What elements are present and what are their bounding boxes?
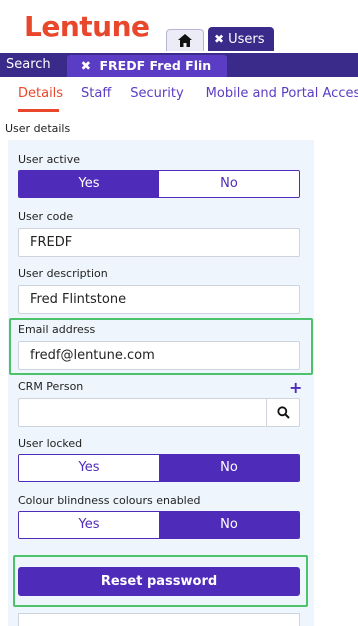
user-locked-no[interactable]: No <box>159 455 299 481</box>
detail-nav: Details Staff Security Mobile and Portal… <box>0 80 358 112</box>
user-active-yes[interactable]: Yes <box>19 171 159 197</box>
tab-staff[interactable]: Staff <box>81 80 111 112</box>
user-code-field[interactable]: FREDF <box>18 228 300 257</box>
user-active-no[interactable]: No <box>159 171 299 197</box>
colour-blindness-toggle: Yes No <box>18 511 300 539</box>
close-icon[interactable]: ✖ <box>214 32 224 46</box>
search-icon <box>276 406 290 419</box>
tab-security[interactable]: Security <box>130 80 183 112</box>
reset-password-button[interactable]: Reset password <box>18 567 300 596</box>
top-tabs: ✖ Users <box>166 27 275 51</box>
user-locked-yes[interactable]: Yes <box>19 455 159 481</box>
tab-record-fredf[interactable]: ✖ FREDF Fred Flin <box>66 55 228 77</box>
crm-person-label: CRM Person <box>18 380 84 393</box>
tab-details[interactable]: Details <box>18 80 63 112</box>
crm-person-field[interactable] <box>18 398 300 427</box>
section-title: User details <box>5 122 71 135</box>
user-active-label: User active <box>18 153 81 166</box>
home-icon <box>178 34 192 47</box>
colour-blindness-label: Colour blindness colours enabled <box>18 494 201 507</box>
tab-home[interactable] <box>166 29 204 51</box>
email-field[interactable]: fredf@lentune.com <box>18 341 300 370</box>
tab-search[interactable]: Search <box>0 53 57 77</box>
crm-search-button[interactable] <box>266 399 299 426</box>
user-active-toggle: Yes No <box>18 170 300 198</box>
user-locked-toggle: Yes No <box>18 454 300 482</box>
tab-users[interactable]: ✖ Users <box>208 27 275 51</box>
colour-blindness-yes[interactable]: Yes <box>19 512 159 538</box>
tab-record-label: FREDF Fred Flin <box>99 58 212 73</box>
user-code-label: User code <box>18 210 74 223</box>
close-icon[interactable]: ✖ <box>81 58 91 73</box>
tab-users-label: Users <box>228 31 265 47</box>
email-label: Email address <box>18 323 96 336</box>
user-locked-label: User locked <box>18 437 83 450</box>
colour-blindness-no[interactable]: No <box>159 512 299 538</box>
record-tabs-bar: Search ✖ FREDF Fred Flin <box>0 53 358 77</box>
user-description-label: User description <box>18 267 108 280</box>
user-description-field[interactable]: Fred Flintstone <box>18 285 300 314</box>
add-icon[interactable]: + <box>289 378 302 397</box>
next-field-partial <box>18 613 300 626</box>
tab-mobile-portal[interactable]: Mobile and Portal Access <box>206 80 358 112</box>
app-logo: Lentune <box>24 10 150 43</box>
